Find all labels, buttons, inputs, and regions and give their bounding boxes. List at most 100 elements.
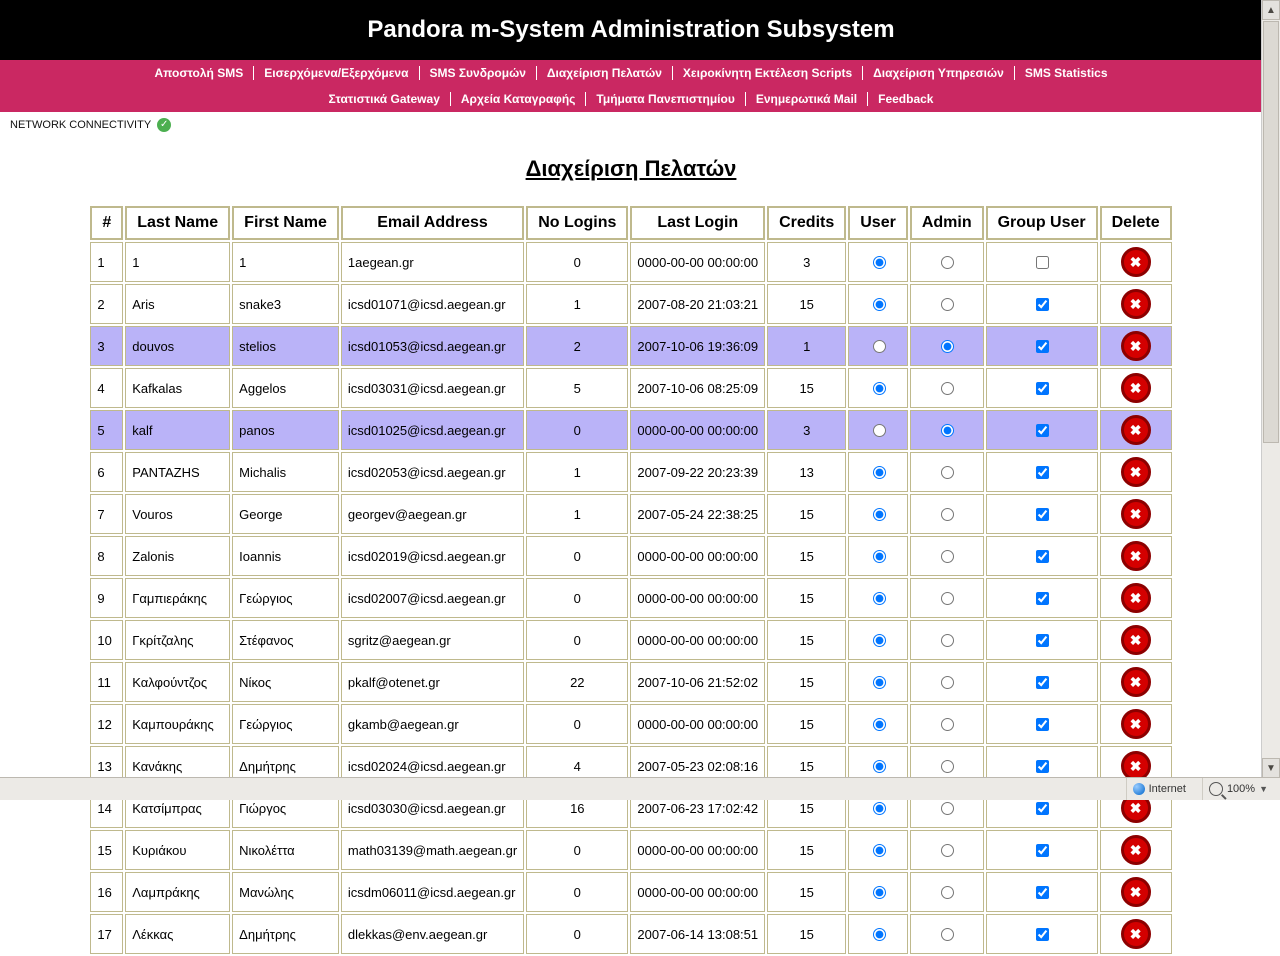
- cell-delete[interactable]: [1100, 872, 1172, 912]
- cell-admin[interactable]: [910, 704, 984, 744]
- cell-delete[interactable]: [1100, 494, 1172, 534]
- cell-group[interactable]: [986, 284, 1098, 324]
- user-radio[interactable]: [873, 760, 886, 773]
- cell-admin[interactable]: [910, 284, 984, 324]
- group-checkbox[interactable]: [1036, 634, 1049, 647]
- nav-link[interactable]: SMS Statistics: [1015, 66, 1118, 80]
- group-checkbox[interactable]: [1036, 424, 1049, 437]
- cell-delete[interactable]: [1100, 368, 1172, 408]
- cell-user[interactable]: [848, 830, 908, 870]
- cell-group[interactable]: [986, 914, 1098, 954]
- nav-link[interactable]: Αρχεία Καταγραφής: [451, 92, 587, 106]
- user-radio[interactable]: [873, 718, 886, 731]
- status-zoom[interactable]: 100% ▼: [1202, 778, 1274, 800]
- cell-admin[interactable]: [910, 410, 984, 450]
- group-checkbox[interactable]: [1036, 382, 1049, 395]
- cell-admin[interactable]: [910, 662, 984, 702]
- cell-delete[interactable]: [1100, 914, 1172, 954]
- cell-group[interactable]: [986, 578, 1098, 618]
- nav-link[interactable]: Χειροκίνητη Εκτέλεση Scripts: [673, 66, 863, 80]
- cell-user[interactable]: [848, 326, 908, 366]
- scroll-down-button[interactable]: ▼: [1262, 758, 1280, 778]
- cell-user[interactable]: [848, 914, 908, 954]
- nav-link[interactable]: Στατιστικά Gateway: [319, 92, 451, 106]
- cell-user[interactable]: [848, 368, 908, 408]
- user-radio[interactable]: [873, 592, 886, 605]
- delete-button[interactable]: [1121, 919, 1151, 949]
- cell-user[interactable]: [848, 410, 908, 450]
- scroll-up-button[interactable]: ▲: [1262, 0, 1280, 20]
- group-checkbox[interactable]: [1036, 340, 1049, 353]
- group-checkbox[interactable]: [1036, 550, 1049, 563]
- cell-group[interactable]: [986, 620, 1098, 660]
- group-checkbox[interactable]: [1036, 466, 1049, 479]
- admin-radio[interactable]: [941, 298, 954, 311]
- cell-group[interactable]: [986, 662, 1098, 702]
- vertical-scrollbar[interactable]: ▲ ▼: [1261, 0, 1280, 778]
- cell-delete[interactable]: [1100, 326, 1172, 366]
- cell-group[interactable]: [986, 830, 1098, 870]
- cell-delete[interactable]: [1100, 578, 1172, 618]
- cell-group[interactable]: [986, 452, 1098, 492]
- user-radio[interactable]: [873, 844, 886, 857]
- delete-button[interactable]: [1121, 331, 1151, 361]
- cell-delete[interactable]: [1100, 242, 1172, 282]
- cell-delete[interactable]: [1100, 536, 1172, 576]
- cell-admin[interactable]: [910, 620, 984, 660]
- delete-button[interactable]: [1121, 415, 1151, 445]
- delete-button[interactable]: [1121, 877, 1151, 907]
- group-checkbox[interactable]: [1036, 256, 1049, 269]
- cell-group[interactable]: [986, 242, 1098, 282]
- group-checkbox[interactable]: [1036, 886, 1049, 899]
- nav-link[interactable]: SMS Συνδρομών: [420, 66, 537, 80]
- user-radio[interactable]: [873, 508, 886, 521]
- cell-admin[interactable]: [910, 536, 984, 576]
- delete-button[interactable]: [1121, 583, 1151, 613]
- group-checkbox[interactable]: [1036, 844, 1049, 857]
- delete-button[interactable]: [1121, 499, 1151, 529]
- nav-link[interactable]: Διαχείριση Πελατών: [537, 66, 673, 80]
- nav-link[interactable]: Ενημερωτικά Mail: [746, 92, 868, 106]
- admin-radio[interactable]: [941, 340, 954, 353]
- scroll-track[interactable]: [1262, 444, 1280, 758]
- cell-delete[interactable]: [1100, 830, 1172, 870]
- delete-button[interactable]: [1121, 541, 1151, 571]
- user-radio[interactable]: [873, 382, 886, 395]
- user-radio[interactable]: [873, 886, 886, 899]
- nav-link[interactable]: Διαχείριση Υπηρεσιών: [863, 66, 1015, 80]
- user-radio[interactable]: [873, 340, 886, 353]
- admin-radio[interactable]: [941, 886, 954, 899]
- cell-group[interactable]: [986, 368, 1098, 408]
- cell-user[interactable]: [848, 704, 908, 744]
- cell-user[interactable]: [848, 578, 908, 618]
- cell-delete[interactable]: [1100, 662, 1172, 702]
- cell-delete[interactable]: [1100, 410, 1172, 450]
- admin-radio[interactable]: [941, 466, 954, 479]
- user-radio[interactable]: [873, 928, 886, 941]
- delete-button[interactable]: [1121, 709, 1151, 739]
- admin-radio[interactable]: [941, 382, 954, 395]
- user-radio[interactable]: [873, 256, 886, 269]
- delete-button[interactable]: [1121, 667, 1151, 697]
- admin-radio[interactable]: [941, 760, 954, 773]
- admin-radio[interactable]: [941, 592, 954, 605]
- admin-radio[interactable]: [941, 802, 954, 815]
- cell-admin[interactable]: [910, 914, 984, 954]
- user-radio[interactable]: [873, 466, 886, 479]
- cell-group[interactable]: [986, 536, 1098, 576]
- delete-button[interactable]: [1121, 457, 1151, 487]
- cell-user[interactable]: [848, 620, 908, 660]
- group-checkbox[interactable]: [1036, 508, 1049, 521]
- group-checkbox[interactable]: [1036, 802, 1049, 815]
- cell-user[interactable]: [848, 452, 908, 492]
- admin-radio[interactable]: [941, 676, 954, 689]
- group-checkbox[interactable]: [1036, 298, 1049, 311]
- cell-delete[interactable]: [1100, 452, 1172, 492]
- cell-admin[interactable]: [910, 494, 984, 534]
- delete-button[interactable]: [1121, 373, 1151, 403]
- cell-delete[interactable]: [1100, 620, 1172, 660]
- admin-radio[interactable]: [941, 928, 954, 941]
- admin-radio[interactable]: [941, 550, 954, 563]
- cell-group[interactable]: [986, 704, 1098, 744]
- group-checkbox[interactable]: [1036, 592, 1049, 605]
